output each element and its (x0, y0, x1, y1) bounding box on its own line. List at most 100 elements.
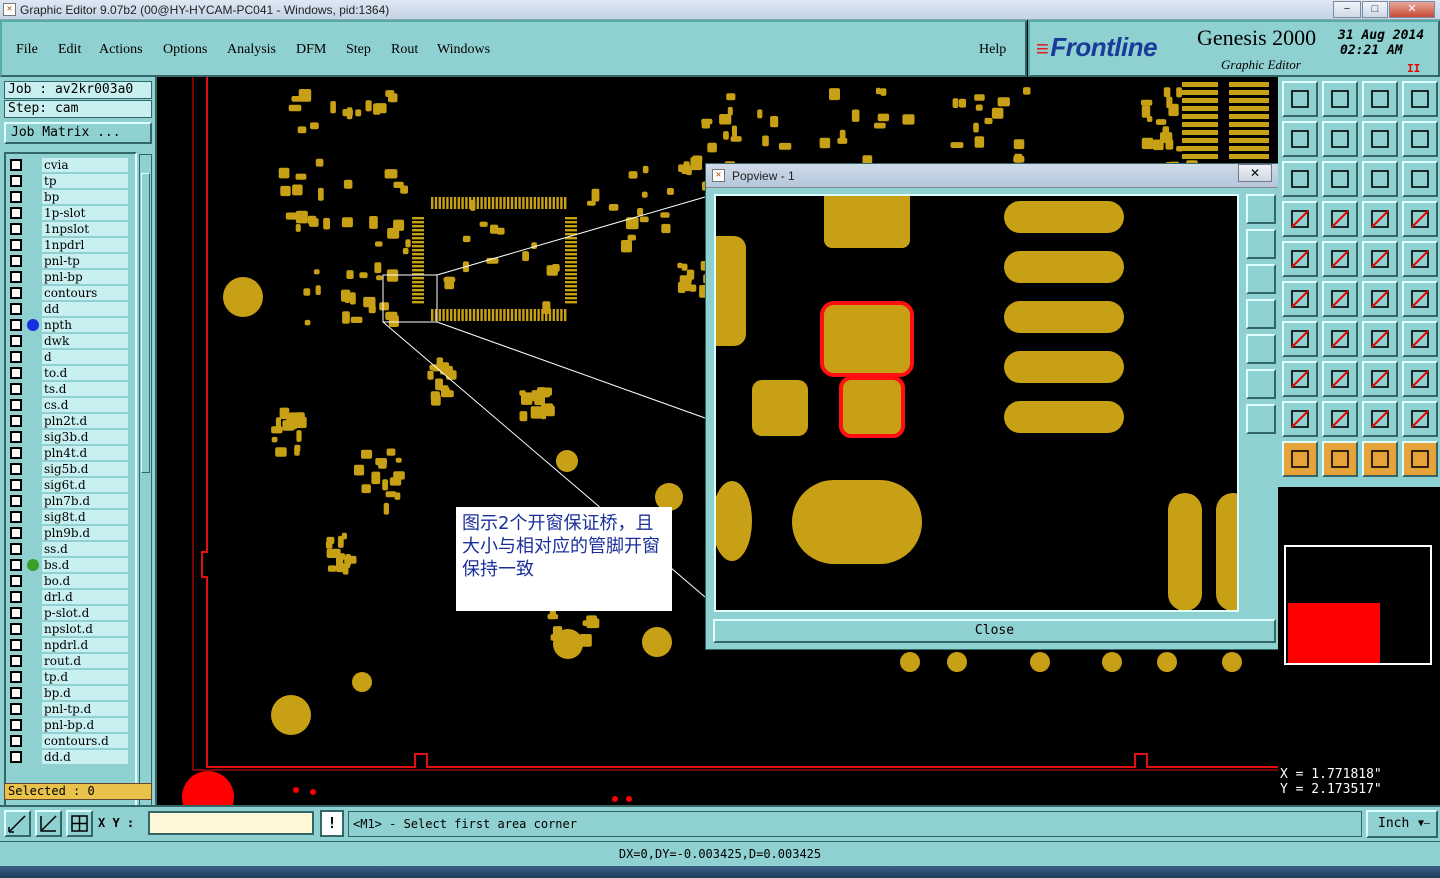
layer-row[interactable]: contours (8, 285, 128, 301)
popview-zoom-in-icon[interactable] (1246, 194, 1276, 224)
layer-row[interactable]: npth (8, 317, 128, 333)
layer-name[interactable]: pnl-tp.d (42, 702, 128, 716)
layer-name[interactable]: to.d (42, 366, 128, 380)
layer-name[interactable]: p-slot.d (42, 606, 128, 620)
feature-red-icon[interactable] (1362, 201, 1398, 237)
layer-checkbox[interactable] (10, 255, 22, 267)
popview-close-x[interactable]: ✕ (1238, 164, 1272, 182)
layer-checkbox[interactable] (10, 431, 22, 443)
layer-checkbox[interactable] (10, 511, 22, 523)
layer-checkbox[interactable] (10, 175, 22, 187)
layer-row[interactable]: bs.d (8, 557, 128, 573)
layer-name[interactable]: npslot.d (42, 622, 128, 636)
layer-checkbox[interactable] (10, 271, 22, 283)
menu-help[interactable]: Help (979, 42, 1006, 58)
layer-name[interactable]: bp.d (42, 686, 128, 700)
layer-name[interactable]: sig8t.d (42, 510, 128, 524)
pointer-select-icon[interactable] (1322, 441, 1358, 477)
layer-row[interactable]: bp.d (8, 685, 128, 701)
layer-checkbox[interactable] (10, 543, 22, 555)
layer-checkbox[interactable] (10, 559, 22, 571)
arc-icon[interactable] (1402, 281, 1438, 317)
layer-name[interactable]: pnl-bp (42, 270, 128, 284)
layer-checkbox[interactable] (10, 735, 22, 747)
layer-name[interactable]: sig5b.d (42, 462, 128, 476)
units-select[interactable]: Inch ▼— (1366, 810, 1438, 838)
popview-titlebar[interactable]: ✕ Popview - 1 ✕ (706, 164, 1279, 188)
xy-input[interactable] (148, 811, 314, 835)
layer-checkbox[interactable] (10, 703, 22, 715)
layer-name[interactable]: pnl-tp (42, 254, 128, 268)
panel-view-icon[interactable] (1402, 81, 1438, 117)
layer-row[interactable]: sig3b.d (8, 429, 128, 445)
layer-row[interactable]: dd.d (8, 749, 128, 765)
layer-name[interactable]: 1npdrl (42, 238, 128, 252)
layer-checkbox[interactable] (10, 399, 22, 411)
popview-center-icon[interactable] (1246, 404, 1276, 434)
layer-row[interactable]: cvia (8, 157, 128, 173)
layer-row[interactable]: 1npslot (8, 221, 128, 237)
layer-name[interactable]: bp (42, 190, 128, 204)
help-icon[interactable] (1402, 161, 1438, 197)
layer-name[interactable]: npth (42, 318, 128, 332)
overview-map[interactable] (1284, 545, 1432, 665)
zoom-area-icon[interactable] (4, 810, 31, 837)
layer-list-scrollbar[interactable] (139, 154, 152, 854)
job-matrix-button[interactable]: Job Matrix ... (4, 122, 152, 144)
menu-actions[interactable]: Actions (99, 42, 143, 58)
layer-row[interactable]: ss.d (8, 541, 128, 557)
layer-checkbox[interactable] (10, 575, 22, 587)
view-copy-icon[interactable] (1322, 81, 1358, 117)
layer-row[interactable]: to.d (8, 365, 128, 381)
layer-row[interactable]: cs.d (8, 397, 128, 413)
layer-name[interactable]: ts.d (42, 382, 128, 396)
flash-icon[interactable] (1402, 321, 1438, 357)
layer-row[interactable]: dwk (8, 333, 128, 349)
menu-windows[interactable]: Windows (437, 42, 490, 58)
snap-point-icon[interactable] (1282, 241, 1318, 277)
layer-checkbox[interactable] (10, 687, 22, 699)
maximize-button[interactable]: □ (1362, 1, 1388, 18)
layer-name[interactable]: pln7b.d (42, 494, 128, 508)
layer-checkbox[interactable] (10, 463, 22, 475)
layer-checkbox[interactable] (10, 383, 22, 395)
layer-checkbox[interactable] (10, 303, 22, 315)
layer-row[interactable]: p-slot.d (8, 605, 128, 621)
layer-checkbox[interactable] (10, 287, 22, 299)
layer-name[interactable]: npdrl.d (42, 638, 128, 652)
layer-name[interactable]: 1p-slot (42, 206, 128, 220)
layer-checkbox[interactable] (10, 223, 22, 235)
layer-checkbox[interactable] (10, 719, 22, 731)
layer-checkbox[interactable] (10, 159, 22, 171)
net-connect-icon[interactable] (1282, 281, 1318, 317)
menu-options[interactable]: Options (163, 42, 207, 58)
layer-checkbox[interactable] (10, 751, 22, 763)
layer-row[interactable]: tp.d (8, 669, 128, 685)
triangle-icon[interactable] (1282, 401, 1318, 437)
layer-name[interactable]: sig3b.d (42, 430, 128, 444)
vertex-icon[interactable] (1282, 361, 1318, 397)
layer-name[interactable]: drl.d (42, 590, 128, 604)
layer-checkbox[interactable] (10, 319, 22, 331)
layer-row[interactable]: d (8, 349, 128, 365)
layer-row[interactable]: pln4t.d (8, 445, 128, 461)
layer-row[interactable]: drl.d (8, 589, 128, 605)
layer-row[interactable]: sig6t.d (8, 477, 128, 493)
layer-name[interactable]: cs.d (42, 398, 128, 412)
layer-checkbox[interactable] (10, 335, 22, 347)
layer-checkbox[interactable] (10, 495, 22, 507)
layer-row[interactable]: ts.d (8, 381, 128, 397)
feature-dark-icon[interactable] (1402, 201, 1438, 237)
arrow-line-icon[interactable] (1362, 281, 1398, 317)
layer-name[interactable]: bs.d (42, 558, 128, 572)
layer-checkbox[interactable] (10, 367, 22, 379)
layer-checkbox[interactable] (10, 479, 22, 491)
layer-name[interactable]: d (42, 350, 128, 364)
layer-row[interactable]: pln2t.d (8, 413, 128, 429)
layer-row[interactable]: npslot.d (8, 621, 128, 637)
zoom-fit-icon[interactable] (1282, 161, 1318, 197)
layer-row[interactable]: bp (8, 189, 128, 205)
layer-checkbox[interactable] (10, 447, 22, 459)
layer-name[interactable]: 1npslot (42, 222, 128, 236)
zoom-center-icon[interactable] (1322, 161, 1358, 197)
